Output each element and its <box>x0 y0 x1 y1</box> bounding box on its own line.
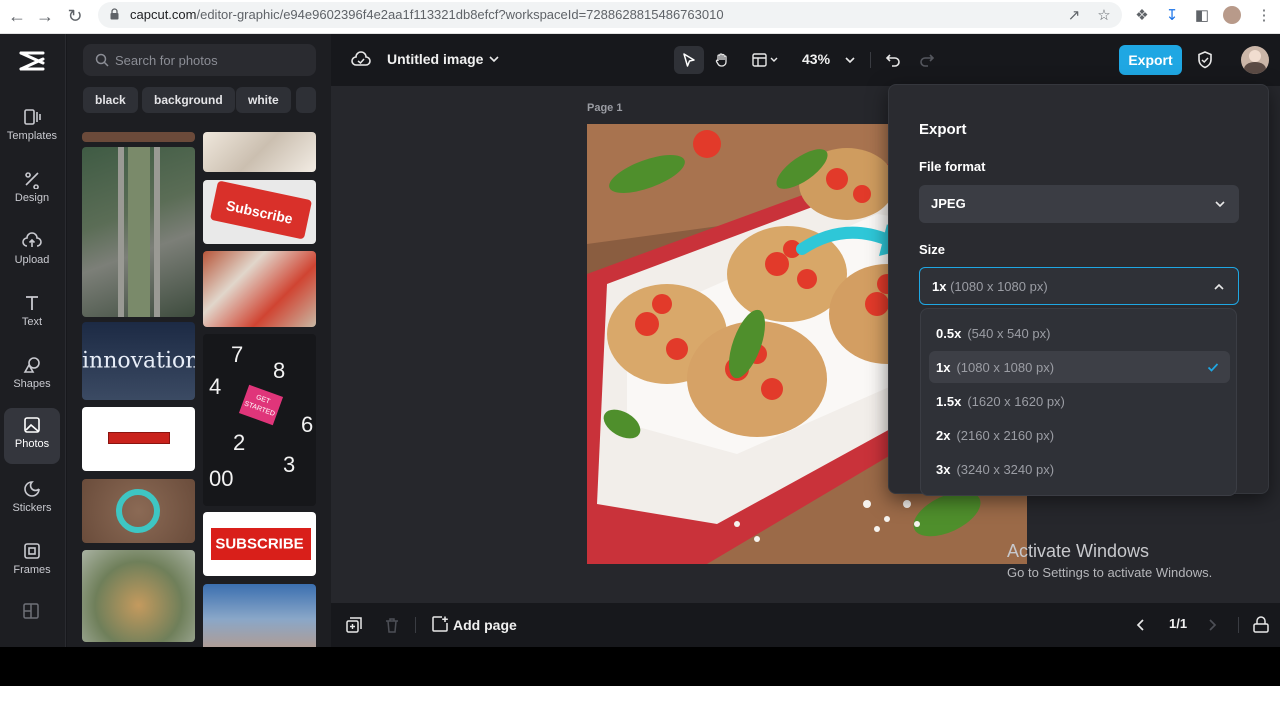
hand-icon <box>715 53 727 67</box>
chip-white[interactable]: white <box>236 87 291 113</box>
taskbar-strip <box>0 647 1280 686</box>
next-page-icon[interactable] <box>1203 616 1221 634</box>
page-label: Page 1 <box>587 102 623 114</box>
photo-thumb-silk[interactable] <box>203 132 316 172</box>
size-option-2x[interactable]: 2x (2160 x 2160 px) <box>929 419 1230 451</box>
page-manager-icon[interactable] <box>1252 616 1270 634</box>
previous-page-icon[interactable] <box>1132 616 1150 634</box>
divider <box>415 617 416 633</box>
rail-item-stickers[interactable]: Stickers <box>4 472 60 528</box>
page-counter: 1/1 <box>1169 616 1188 631</box>
back-icon[interactable]: ← <box>6 5 28 27</box>
url-text: capcut.com/editor-graphic/e94e9602396f4e… <box>130 7 724 22</box>
export-title: Export <box>919 121 967 138</box>
templates-icon <box>24 109 41 125</box>
photo-thumb[interactable] <box>82 132 195 142</box>
photos-icon <box>24 417 40 433</box>
share-icon[interactable]: ↗ <box>1064 6 1084 26</box>
chevron-down-icon[interactable] <box>487 52 501 66</box>
photo-thumb-subscribe-banner[interactable]: SUBSCRIBE <box>203 512 316 576</box>
address-bar[interactable]: capcut.com/editor-graphic/e94e9602396f4e… <box>98 2 1122 28</box>
export-button[interactable]: Export <box>1119 45 1182 75</box>
rail-item-photos[interactable]: Photos <box>4 408 60 464</box>
shapes-icon <box>23 357 40 373</box>
rail-item-design[interactable]: Design <box>4 162 60 218</box>
bookmark-star-icon[interactable]: ☆ <box>1094 6 1114 26</box>
chevron-up-icon <box>1214 283 1224 290</box>
photo-thumb-bead-circle[interactable] <box>82 479 195 543</box>
checkmark-icon <box>1207 363 1219 372</box>
photo-thumb-subscribe-button[interactable] <box>82 407 195 471</box>
editor-topbar: Untitled image 43% Export <box>331 34 1280 86</box>
size-option-0-5x[interactable]: 0.5x (540 x 540 px) <box>929 317 1230 349</box>
hand-tool[interactable] <box>707 46 737 74</box>
document-title[interactable]: Untitled image <box>387 51 483 67</box>
design-icon <box>25 172 39 189</box>
zoom-chevron-icon[interactable] <box>843 53 857 67</box>
more-apps-icon[interactable] <box>22 602 40 620</box>
size-options-dropdown: 0.5x (540 x 540 px) 1x (1080 x 1080 px) 1.… <box>920 308 1237 496</box>
lock-icon <box>110 8 119 20</box>
rail-item-text[interactable]: Text <box>4 286 60 342</box>
capcut-logo <box>19 51 45 71</box>
undo-icon[interactable] <box>884 51 902 69</box>
photo-thumb-calculator[interactable]: 7 8 4 6 2 3 00 GET STARTED <box>203 334 316 506</box>
size-option-3x[interactable]: 3x (3240 x 3240 px) <box>929 453 1230 485</box>
size-label: Size <box>919 242 946 257</box>
layout-menu[interactable] <box>745 46 785 74</box>
add-page-icon <box>432 616 448 632</box>
photo-thumb-mountains[interactable] <box>203 584 316 647</box>
file-format-select[interactable]: JPEG <box>919 185 1239 223</box>
photo-thumb-innovation[interactable]: innovation <box>82 322 195 400</box>
photo-thumb-city-aerial[interactable] <box>82 147 195 317</box>
stickers-icon <box>24 481 40 497</box>
duplicate-page-icon[interactable] <box>345 616 363 634</box>
frames-icon <box>24 543 40 559</box>
size-option-1x[interactable]: 1x (1080 x 1080 px) <box>929 351 1230 383</box>
size-select[interactable]: 1x (1080 x 1080 px) <box>919 267 1239 305</box>
editor-bottombar: Add page 1/1 <box>331 603 1280 647</box>
divider <box>1238 617 1239 633</box>
browser-menu-icon[interactable]: ⋮ <box>1254 6 1274 26</box>
chevron-down-icon <box>1215 201 1225 208</box>
avatar[interactable] <box>1241 46 1269 74</box>
profile-icon[interactable] <box>1222 6 1242 26</box>
reload-icon[interactable]: ↻ <box>64 5 86 27</box>
chip-black[interactable]: black <box>83 87 138 113</box>
divider <box>870 52 871 68</box>
layout-icon <box>752 53 778 67</box>
rail-item-templates[interactable]: Templates <box>4 100 60 156</box>
photo-grid: innovation Subscribe 7 8 4 6 2 3 00 GET … <box>82 132 316 647</box>
photo-search[interactable] <box>83 44 316 76</box>
cloud-sync-icon[interactable] <box>351 50 371 70</box>
forward-icon[interactable]: → <box>34 5 56 27</box>
search-icon <box>95 53 109 67</box>
extensions-icon[interactable]: ❖ <box>1132 6 1152 26</box>
rail-item-frames[interactable]: Frames <box>4 534 60 590</box>
delete-page-icon[interactable] <box>383 616 401 634</box>
select-tool[interactable] <box>674 46 704 74</box>
cursor-icon <box>683 53 695 67</box>
text-icon <box>26 296 38 310</box>
photo-thumb-bruschetta[interactable] <box>203 251 316 327</box>
chip-more[interactable] <box>296 87 316 113</box>
left-rail: Templates Design Upload Text Shapes Phot… <box>0 34 66 647</box>
download-icon[interactable]: ↧ <box>1162 6 1182 26</box>
side-panel-icon[interactable]: ◧ <box>1192 6 1212 26</box>
photo-thumb-subscribe-key[interactable]: Subscribe <box>203 180 316 244</box>
photos-panel: black background white innovation <box>67 34 331 647</box>
file-format-label: File format <box>919 159 986 174</box>
rail-item-shapes[interactable]: Shapes <box>4 348 60 404</box>
zoom-level[interactable]: 43% <box>802 51 830 67</box>
browser-toolbar: ← → ↻ capcut.com/editor-graphic/e94e9602… <box>0 0 1280 34</box>
windows-activation-watermark: Activate Windows Go to Settings to activ… <box>1007 541 1213 580</box>
redo-icon[interactable] <box>918 51 936 69</box>
photo-thumb-burger[interactable] <box>82 550 195 642</box>
rail-item-upload[interactable]: Upload <box>4 224 60 280</box>
upload-icon <box>22 232 42 247</box>
size-option-1-5x[interactable]: 1.5x (1620 x 1620 px) <box>929 385 1230 417</box>
shield-icon[interactable] <box>1195 50 1215 70</box>
chip-background[interactable]: background <box>142 87 235 113</box>
search-input[interactable] <box>115 44 305 76</box>
